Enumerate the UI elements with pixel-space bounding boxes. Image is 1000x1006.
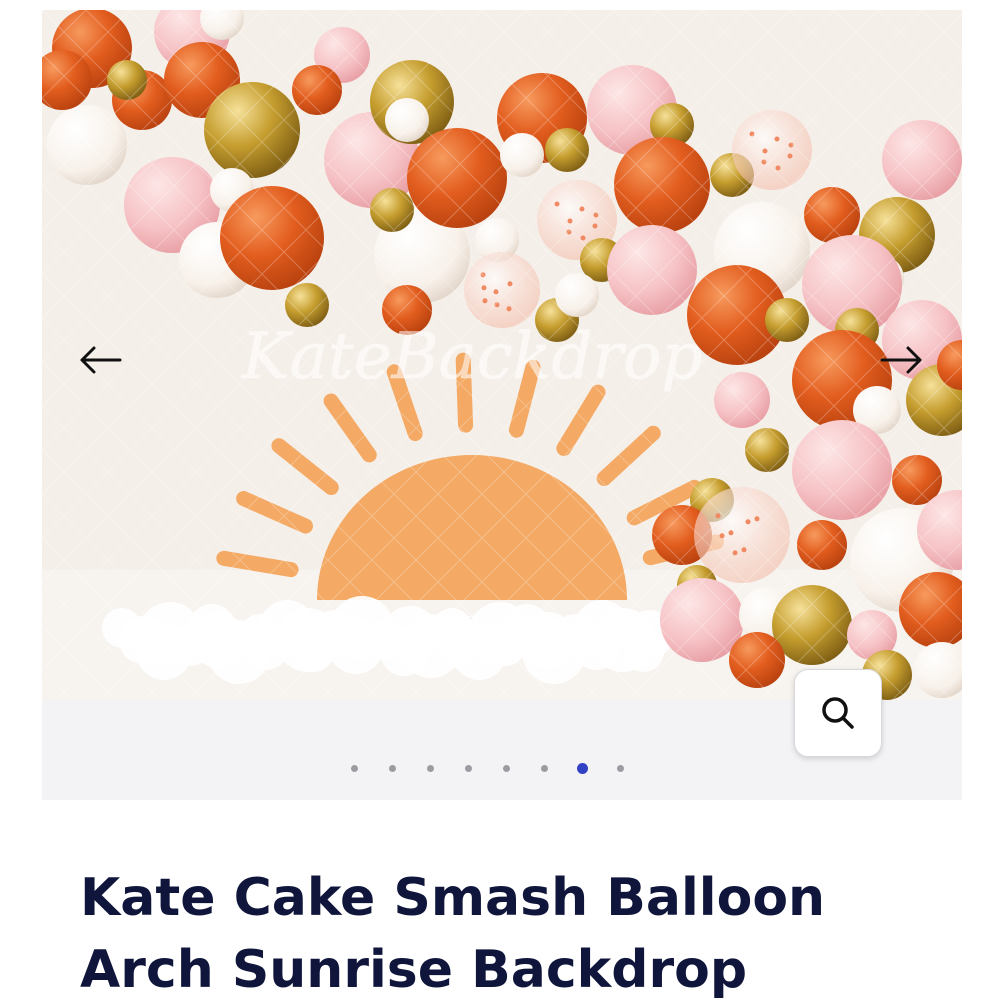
arrow-left-icon (80, 346, 122, 374)
pagination-dot[interactable] (351, 765, 358, 772)
arrow-right-icon (880, 346, 922, 374)
pagination-dot[interactable] (541, 765, 548, 772)
size-label: 8'x6' (460, 611, 532, 646)
pagination-dot[interactable] (577, 763, 588, 774)
zoom-button[interactable] (794, 669, 882, 757)
product-image[interactable]: KateBackdrop 8'x6' (42, 10, 962, 700)
product-title: Kate Cake Smash Balloon Arch Sunrise Bac… (80, 868, 826, 1000)
search-icon (822, 697, 854, 729)
gallery-pagination (42, 762, 962, 776)
pagination-dot[interactable] (617, 765, 624, 772)
pagination-dot[interactable] (389, 765, 396, 772)
watermark-text: KateBackdrop (241, 320, 702, 394)
pagination-dot[interactable] (465, 765, 472, 772)
next-image-button[interactable] (872, 330, 932, 390)
previous-image-button[interactable] (70, 330, 130, 390)
pagination-dot[interactable] (427, 765, 434, 772)
pagination-dot[interactable] (503, 765, 510, 772)
product-gallery: KateBackdrop 8'x6' (42, 10, 962, 800)
backdrop-photo: KateBackdrop 8'x6' (42, 10, 962, 700)
